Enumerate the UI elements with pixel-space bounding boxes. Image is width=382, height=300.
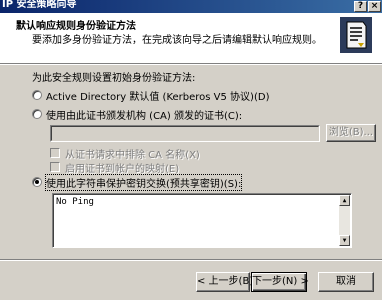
radio-certificate-label: 使用由此证书颁发机构 (CA) 颁发的证书(C): [46,111,243,122]
wizard-header: 默认响应规则身份验证方法 要添加多身份验证方法，在完成该向导之后请编辑默认响应规… [0,13,382,64]
window-title: IP 安全策略向导 [2,0,77,10]
browse-button[interactable]: 浏览(B)... [326,124,376,142]
page-title: 默认响应规则身份验证方法 [16,21,136,32]
ca-field [50,125,320,142]
radio-kerberos[interactable] [32,90,42,100]
preshared-key-text: No Ping [56,197,94,207]
checkbox-enable-mapping-box[interactable] [50,162,60,172]
preshared-key-input[interactable]: No Ping ▲ ▼ [52,193,352,248]
close-button[interactable]: × [368,1,381,12]
radio-preshared-label: 使用此字符串保护密钥交换(预共享密钥)(S): [44,174,243,191]
close-icon: × [370,1,379,11]
scroll-down-button[interactable]: ▼ [339,235,350,246]
policy-document-icon [340,17,372,53]
back-button[interactable]: < 上一步(B) [196,272,253,292]
cancel-button[interactable]: 取消 [318,272,374,292]
textarea-scrollbar[interactable]: ▲ ▼ [339,195,350,246]
help-icon: ? [357,1,364,11]
scroll-up-button[interactable]: ▲ [339,195,350,206]
title-bar: IP 安全策略向导 ? × [0,0,382,13]
radio-kerberos-label: Active Directory 默认值 (Kerberos V5 协议)(D) [46,92,270,103]
checkbox-exclude-ca-box[interactable] [50,148,60,158]
page-subtitle: 要添加多身份验证方法，在完成该向导之后请编辑默认响应规则。 [32,35,322,46]
arrow-up-icon: ▲ [342,197,347,204]
radio-certificate[interactable] [32,109,42,119]
help-button[interactable]: ? [354,1,367,12]
checkbox-exclude-ca-label: 从证书请求中排除 CA 名称(X) [65,150,200,161]
wizard-window: IP 安全策略向导 ? × 默认响应规则身份验证方法 要添加多身份验证方法，在完… [0,0,382,300]
prompt-text: 为此安全规则设置初始身份验证方法: [32,73,196,84]
footer-separator [0,259,382,261]
next-button[interactable]: 下一步(N) > [251,272,309,292]
arrow-down-icon: ▼ [342,237,347,244]
checkbox-enable-mapping-label: 启用证书到帐户的映射(E) [65,164,180,175]
radio-preshared[interactable] [32,177,42,187]
